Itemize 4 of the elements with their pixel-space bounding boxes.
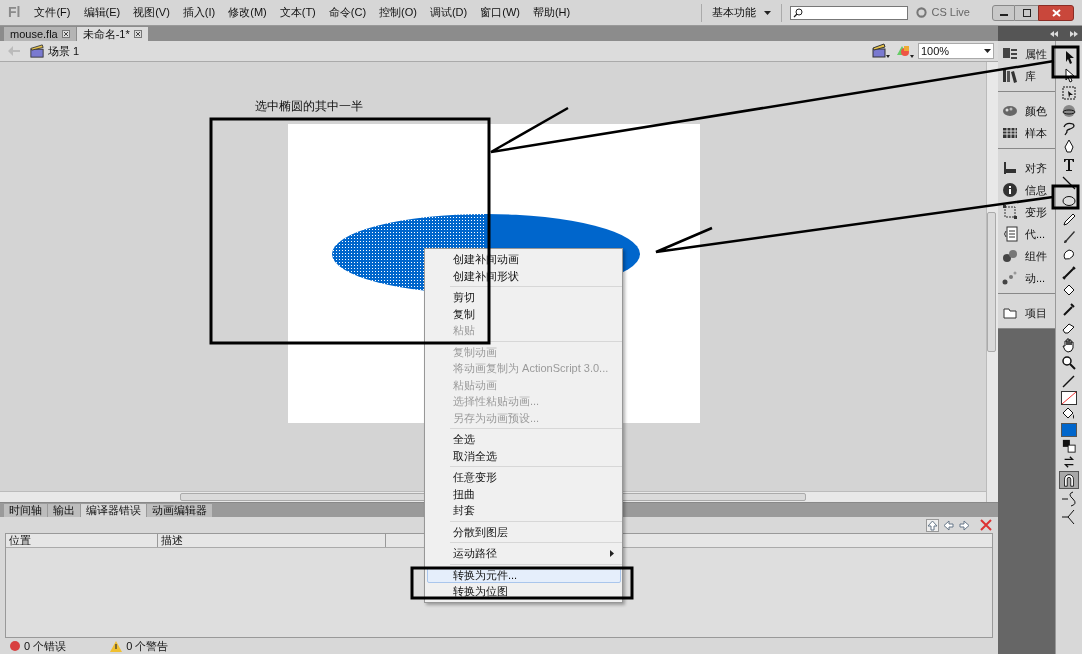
app-logo: Fl bbox=[8, 3, 21, 22]
warning-count: 0 个警告 bbox=[126, 638, 169, 654]
annotation-label: 选中椭圆的其中一半 bbox=[255, 98, 363, 115]
error-count: 0 个错误 bbox=[24, 638, 67, 654]
